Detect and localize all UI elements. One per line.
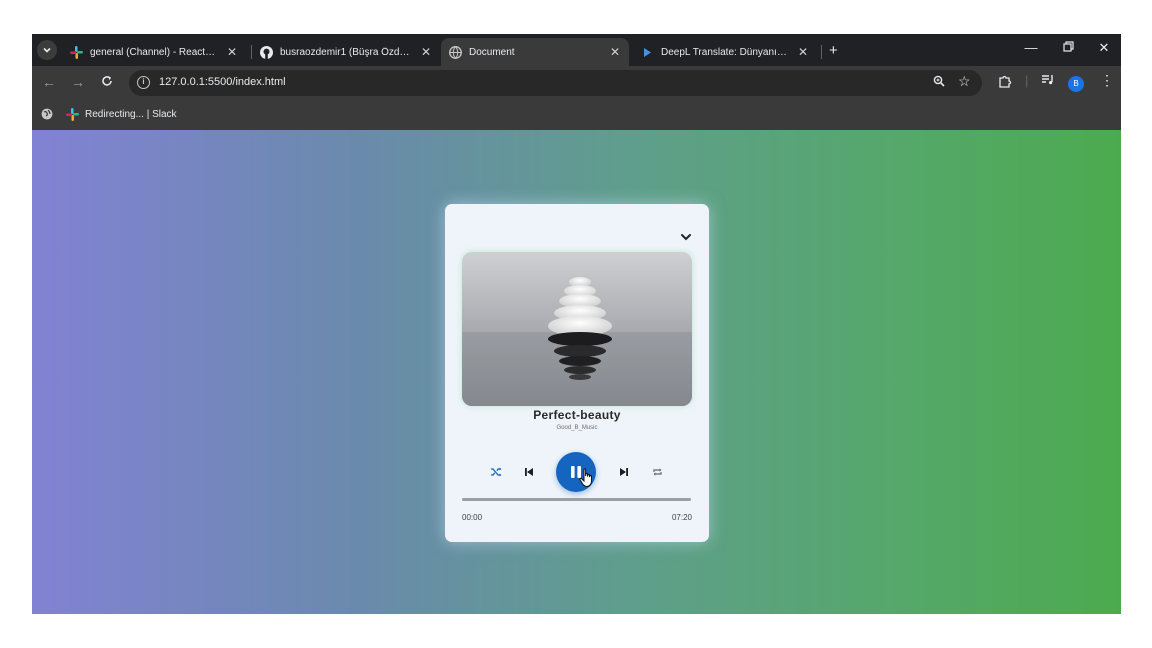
toolbar-divider: |: [1025, 73, 1029, 88]
new-tab-button[interactable]: +: [829, 42, 838, 59]
deepl-icon: [641, 46, 654, 59]
reload-button[interactable]: [98, 74, 116, 90]
tab-slack[interactable]: general (Channel) - ReactFronte ✕: [62, 38, 246, 66]
slack-icon: [66, 108, 79, 121]
repeat-icon: [652, 468, 662, 476]
bookmark-slack[interactable]: Redirecting... | Slack: [66, 108, 177, 121]
close-icon[interactable]: ✕: [797, 45, 809, 59]
site-info-icon[interactable]: i: [137, 76, 150, 89]
extensions-icon[interactable]: [998, 74, 1012, 91]
tab-title: busraozdemir1 (Büşra Özdemir): [280, 46, 414, 58]
tab-github[interactable]: busraozdemir1 (Büşra Özdemir) ✕: [252, 38, 440, 66]
progress-bar[interactable]: [462, 498, 691, 501]
shuffle-icon: [491, 467, 502, 477]
duration: 07:20: [671, 513, 692, 522]
address-bar[interactable]: i 127.0.0.1:5500/index.html ☆: [129, 70, 982, 96]
tab-search-button[interactable]: [37, 40, 57, 60]
close-window-button[interactable]: ✕: [1094, 40, 1114, 56]
apps-globe-icon[interactable]: [41, 108, 53, 120]
shuffle-button[interactable]: [489, 465, 503, 479]
tab-document[interactable]: Document ✕: [441, 38, 629, 66]
forward-button[interactable]: →: [69, 74, 87, 90]
back-button[interactable]: ←: [40, 74, 58, 90]
slack-icon: [70, 45, 83, 59]
collapse-button[interactable]: [679, 230, 693, 244]
browser-toolbar: ← → i 127.0.0.1:5500/index.html ☆ | B ⋮: [32, 66, 1121, 100]
tab-title: DeepL Translate: Dünyanın en i: [661, 46, 791, 58]
hand-cursor-icon: [579, 468, 592, 488]
bookmarks-bar: Redirecting... | Slack: [32, 100, 1121, 130]
bookmark-star-icon[interactable]: ☆: [958, 73, 971, 90]
chevron-down-icon: [681, 234, 691, 241]
current-time: 00:00: [462, 513, 483, 522]
profile-avatar[interactable]: B: [1068, 76, 1084, 92]
music-player-card: Perfect-beauty Good_B_Music 00:00 07:20: [445, 204, 709, 542]
tab-title: general (Channel) - ReactFronte: [90, 46, 220, 58]
close-icon[interactable]: ✕: [226, 45, 238, 59]
address-url: 127.0.0.1:5500/index.html: [159, 76, 286, 88]
chevron-down-icon: [43, 47, 51, 53]
github-icon: [260, 45, 273, 59]
media-control-icon[interactable]: [1041, 74, 1055, 89]
track-artist: Good_B_Music: [556, 425, 598, 431]
globe-icon: [449, 45, 462, 59]
repeat-button[interactable]: [650, 465, 664, 479]
restore-button[interactable]: [1058, 40, 1078, 55]
tab-divider: [821, 45, 822, 59]
tab-deepl[interactable]: DeepL Translate: Dünyanın en i ✕: [633, 38, 817, 66]
tab-strip: general (Channel) - ReactFronte ✕ busrao…: [32, 34, 1121, 66]
restore-icon: [1062, 41, 1074, 52]
close-icon[interactable]: ✕: [609, 45, 621, 59]
next-button[interactable]: [617, 465, 631, 479]
bookmark-label: Redirecting... | Slack: [85, 109, 177, 120]
reload-icon: [102, 76, 112, 86]
more-menu-icon[interactable]: ⋮: [1100, 72, 1114, 89]
skip-next-icon: [620, 468, 628, 476]
minimize-button[interactable]: —: [1021, 40, 1041, 55]
skip-previous-icon: [525, 468, 533, 476]
previous-button[interactable]: [522, 465, 536, 479]
browser-window: general (Channel) - ReactFronte ✕ busrao…: [32, 34, 1121, 614]
zoom-icon[interactable]: [933, 75, 945, 90]
close-icon[interactable]: ✕: [420, 45, 432, 59]
tab-title: Document: [469, 46, 515, 58]
page-viewport: Perfect-beauty Good_B_Music 00:00 07:20: [32, 130, 1121, 614]
album-cover: [462, 252, 692, 406]
track-title: Perfect-beauty: [533, 408, 621, 422]
